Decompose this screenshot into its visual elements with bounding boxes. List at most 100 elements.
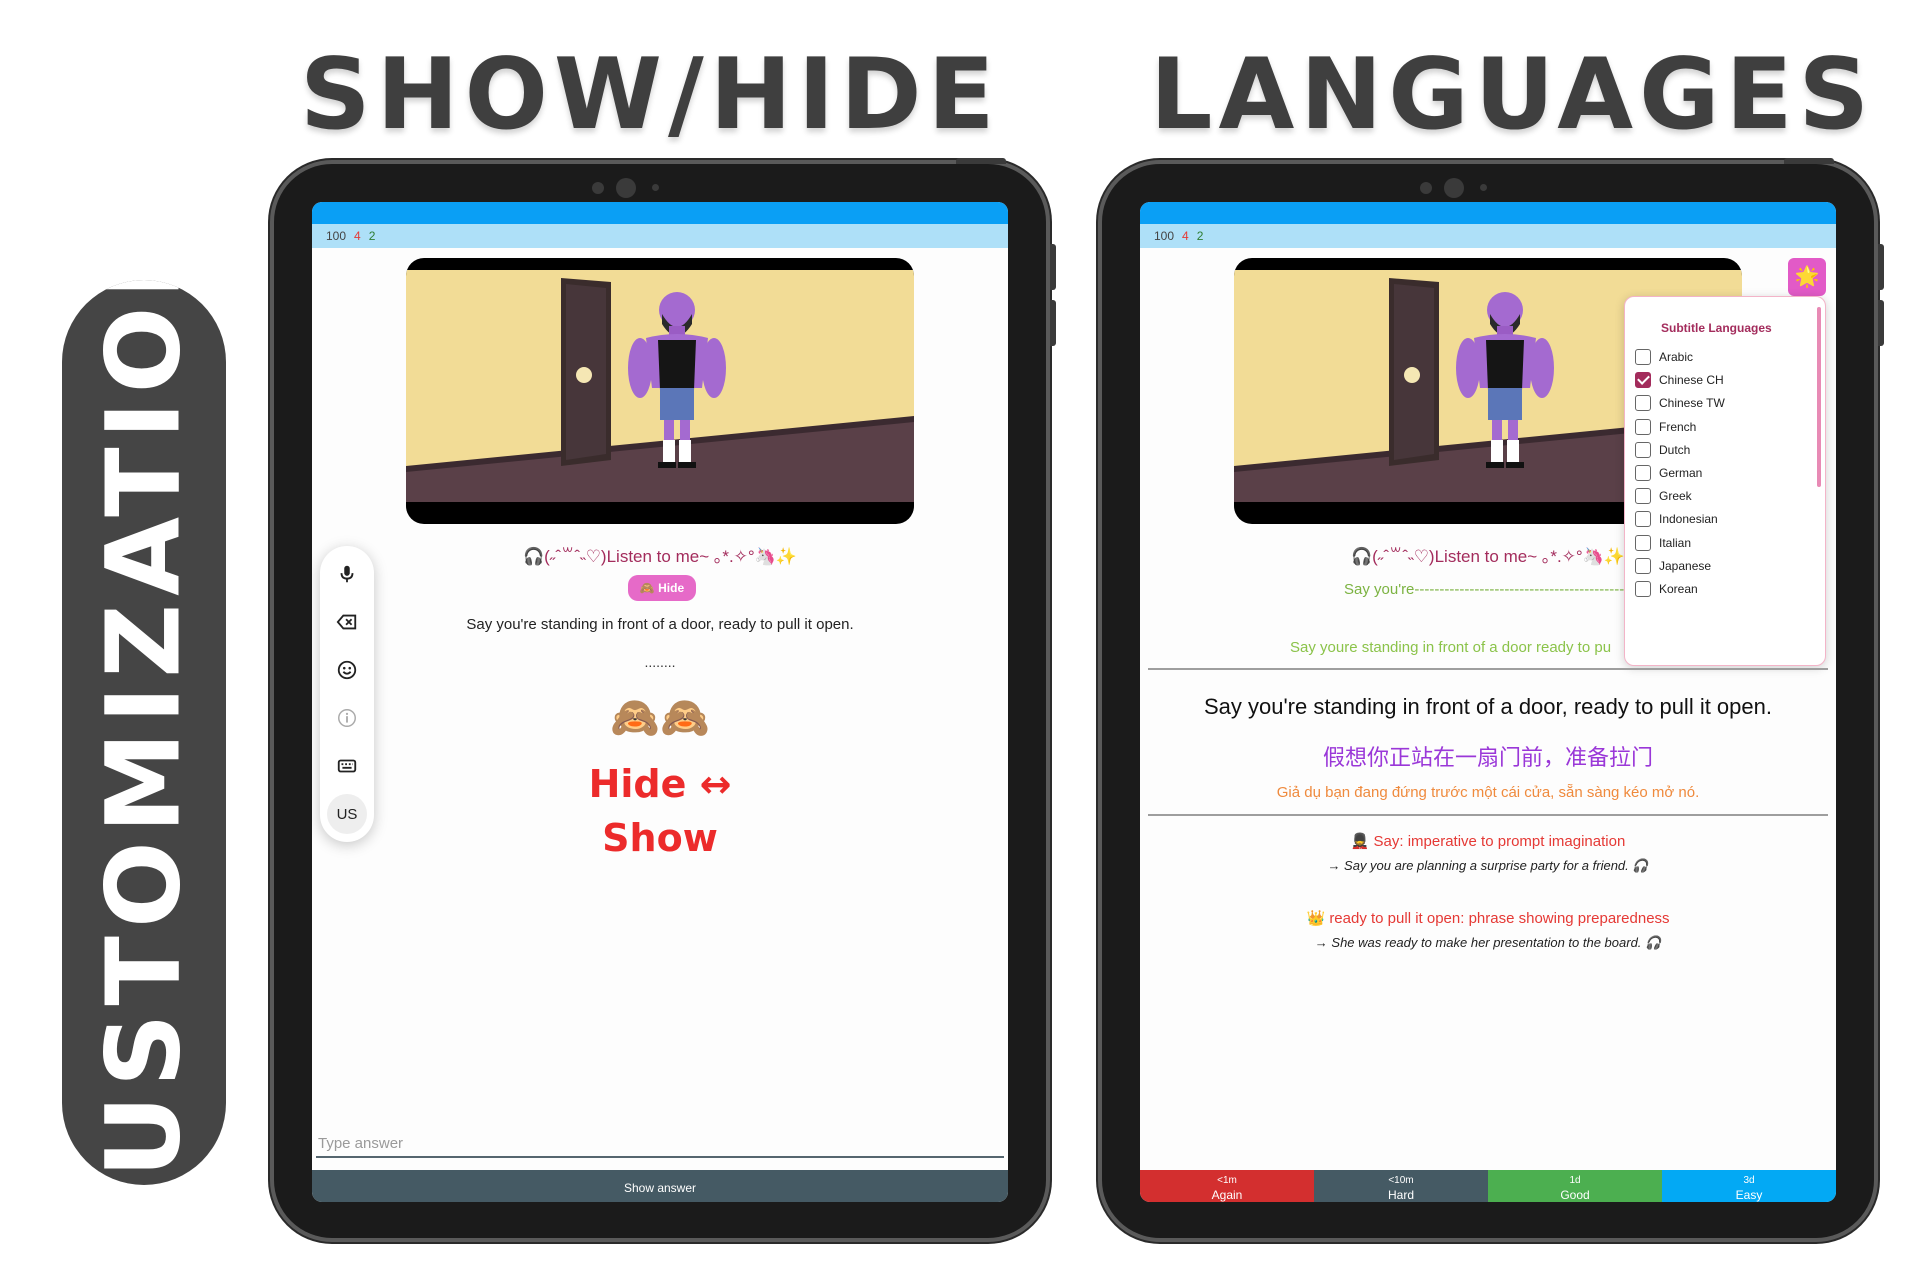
- language-option[interactable]: Arabic: [1635, 347, 1693, 367]
- language-option[interactable]: Indonesian: [1635, 509, 1718, 529]
- language-option[interactable]: Chinese CH: [1635, 370, 1724, 390]
- language-label: Italian: [1659, 535, 1692, 550]
- hide-show-caption-line2: Show: [602, 816, 718, 860]
- language-option[interactable]: Dutch: [1635, 440, 1690, 460]
- language-label: Greek: [1659, 489, 1692, 504]
- show-hide-heading: SHOW/HIDE: [300, 38, 1001, 152]
- sensor-dot: [1420, 182, 1432, 194]
- review-count: 2: [368, 229, 376, 243]
- checkbox-checked-icon[interactable]: [1635, 372, 1651, 389]
- again-interval: <1m: [1217, 1175, 1237, 1186]
- good-interval: 1d: [1569, 1175, 1581, 1186]
- status-bar: [312, 202, 1008, 224]
- learn-count: 4: [354, 229, 361, 243]
- backspace-icon[interactable]: [327, 602, 367, 642]
- sensor-small: [1480, 184, 1487, 191]
- customization-label: CUSTOMIZATION: [84, 280, 204, 1185]
- hard-label: Hard: [1387, 1188, 1414, 1202]
- checkbox-icon[interactable]: [1635, 511, 1651, 528]
- floating-toolbar: US: [320, 546, 374, 842]
- show-answer-button[interactable]: Show answer: [312, 1170, 1008, 1202]
- card-counts: 100 4 2: [312, 224, 1008, 248]
- language-option[interactable]: Korean: [1635, 579, 1698, 599]
- language-label: French: [1659, 419, 1697, 434]
- tablet-right: 100 4 2 🌟 🎧(˶ˆ꒳ˆ˵♡)Listen to me~ ｡*.✧°🦄✨…: [1098, 158, 1884, 1242]
- tablet-left: 100 4 2 🎧(˶ˆ꒳ˆ˵♡)Listen to me~ ｡*.✧°🦄✨ 🙈…: [270, 158, 1056, 1242]
- checkbox-icon[interactable]: [1635, 465, 1651, 481]
- info-icon[interactable]: [327, 698, 367, 738]
- power-button: [1784, 158, 1834, 164]
- hide-button[interactable]: 🙈 Hide: [628, 575, 696, 601]
- camera-lens: [616, 178, 636, 198]
- checkbox-icon[interactable]: [1635, 581, 1651, 597]
- language-label: German: [1659, 466, 1703, 480]
- subtitle-languages-title: Subtitle Languages: [1661, 321, 1772, 335]
- grammar-note-title: 👑 ready to pull it open: phrase showing …: [1306, 910, 1670, 927]
- power-button: [956, 158, 1006, 164]
- easy-interval: 3d: [1743, 1175, 1755, 1186]
- volume-down-button: [1878, 300, 1884, 346]
- listen-prompt[interactable]: 🎧(˶ˆ꒳ˆ˵♡)Listen to me~ ｡*.✧°🦄✨: [312, 542, 1008, 567]
- again-label: Again: [1211, 1188, 1243, 1202]
- language-option[interactable]: Chinese TW: [1635, 393, 1725, 413]
- language-option[interactable]: German: [1635, 463, 1702, 483]
- emoji-icon[interactable]: [327, 650, 367, 690]
- new-count: 100: [326, 229, 347, 243]
- good-button[interactable]: 1d Good: [1488, 1170, 1662, 1202]
- sensor-dot: [592, 182, 604, 194]
- checkbox-icon[interactable]: [1635, 488, 1651, 505]
- easy-label: Easy: [1735, 1188, 1763, 1202]
- checkbox-icon[interactable]: [1635, 441, 1651, 458]
- see-no-evil-monkeys-icon: 🙈🙈: [610, 696, 710, 740]
- language-option[interactable]: Greek: [1635, 486, 1692, 506]
- grammar-note-example[interactable]: → She was ready to make her presentation…: [1140, 935, 1836, 951]
- card-counts: 100 4 2: [1140, 224, 1836, 248]
- languages-heading: LANGUAGES: [1150, 38, 1876, 152]
- rating-bar: <1m Again <10m Hard 1d Good 3d Easy: [1140, 1170, 1836, 1202]
- keyboard-icon[interactable]: [327, 746, 367, 786]
- typed-answer-partial: Say you're------------------------------…: [1344, 581, 1624, 598]
- again-button[interactable]: <1m Again: [1140, 1170, 1314, 1202]
- language-label: Arabic: [1659, 350, 1694, 364]
- hard-button[interactable]: <10m Hard: [1314, 1170, 1488, 1202]
- review-count: 2: [1196, 229, 1204, 243]
- hard-interval: <10m: [1388, 1175, 1414, 1186]
- volume-up-button: [1050, 244, 1056, 290]
- checkbox-icon[interactable]: [1635, 557, 1651, 574]
- section-divider: [1148, 814, 1828, 816]
- camera-lens: [1444, 178, 1464, 198]
- sentence-text: Say you're standing in front of a door, …: [466, 616, 854, 633]
- vietnamese-translation: Giả dụ bạn đang đứng trước một cái cửa, …: [1276, 784, 1700, 801]
- video-player[interactable]: [406, 258, 914, 524]
- volume-up-button: [1878, 244, 1884, 290]
- language-label: Indonesian: [1659, 512, 1718, 527]
- language-option[interactable]: Italian: [1635, 533, 1691, 553]
- panel-scrollbar[interactable]: [1817, 307, 1821, 487]
- checkbox-icon[interactable]: [1635, 349, 1651, 365]
- easy-button[interactable]: 3d Easy: [1662, 1170, 1836, 1202]
- answer-comparison: Say youre standing in front of a door re…: [1290, 639, 1612, 656]
- language-option[interactable]: Japanese: [1635, 556, 1711, 576]
- subtitle-settings-star-button[interactable]: 🌟: [1788, 258, 1826, 296]
- language-label: Korean: [1659, 582, 1698, 596]
- language-label: Chinese TW: [1659, 396, 1725, 411]
- status-bar: [1140, 202, 1836, 224]
- type-answer-input[interactable]: [316, 1130, 1004, 1158]
- language-label: Dutch: [1659, 442, 1691, 457]
- grammar-note-title: 💂 Say: imperative to prompt imagination: [1350, 833, 1626, 850]
- language-label: Chinese CH: [1659, 373, 1724, 388]
- microphone-icon[interactable]: [327, 554, 367, 594]
- chinese-translation: 假想你正站在一扇门前，准备拉门: [1322, 746, 1653, 771]
- checkbox-icon[interactable]: [1635, 395, 1651, 412]
- screen-left: 100 4 2 🎧(˶ˆ꒳ˆ˵♡)Listen to me~ ｡*.✧°🦄✨ 🙈…: [312, 202, 1008, 1202]
- checkbox-icon[interactable]: [1635, 418, 1651, 435]
- sensor-small: [652, 184, 659, 191]
- learn-count: 4: [1182, 229, 1189, 243]
- keyboard-layout-us-button[interactable]: US: [327, 794, 367, 834]
- english-sentence: Say you're standing in front of a door, …: [1203, 694, 1772, 719]
- language-option[interactable]: French: [1635, 417, 1696, 437]
- grammar-note-example[interactable]: → Say you are planning a surprise party …: [1140, 858, 1836, 874]
- section-divider: [1148, 668, 1828, 670]
- checkbox-icon[interactable]: [1635, 534, 1651, 551]
- new-count: 100: [1154, 229, 1175, 243]
